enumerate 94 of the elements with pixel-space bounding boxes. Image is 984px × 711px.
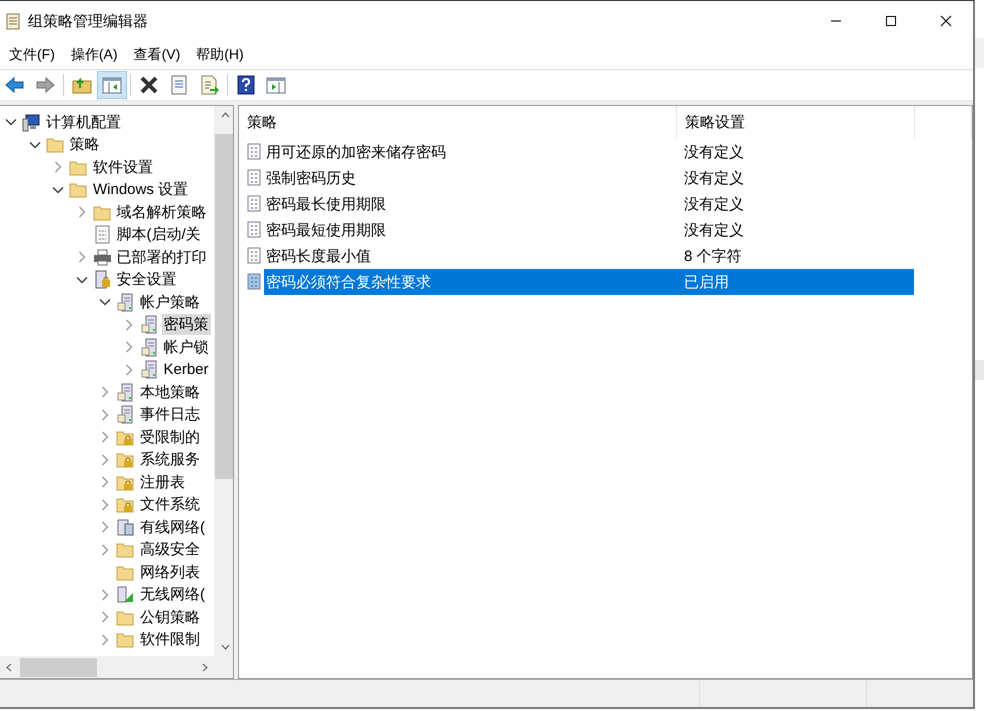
expand-chevron-icon[interactable] <box>99 386 111 398</box>
policy-setting: 8 个字符 <box>684 246 742 266</box>
script-icon <box>92 225 110 244</box>
list-row[interactable]: 密码长度最小值 8 个字符 <box>264 243 914 269</box>
wireless-network-icon <box>116 585 134 604</box>
list-row[interactable]: 强制密码历史 没有定义 <box>264 165 914 191</box>
column-header[interactable]: 策略 <box>239 106 677 139</box>
printer-icon <box>92 248 110 267</box>
expand-chevron-icon[interactable] <box>99 588 111 601</box>
scrollbar-thumb[interactable] <box>215 134 233 479</box>
menu-item[interactable]: 文件(F) <box>1 46 63 64</box>
tree-item[interactable]: 域名解析策略 <box>114 202 208 223</box>
scrollbar-thumb[interactable] <box>20 658 97 676</box>
tree-item[interactable]: 文件系统 <box>138 494 202 516</box>
expand-chevron-icon[interactable] <box>99 431 111 444</box>
scroll-up-icon[interactable] <box>220 112 230 118</box>
tree-item[interactable]: 受限制的 <box>138 426 202 448</box>
tree-item[interactable]: 策略 <box>68 134 102 156</box>
policy-icon <box>247 143 263 161</box>
scroll-icon <box>4 12 22 30</box>
menu-item[interactable]: 操作(A) <box>62 46 126 64</box>
policy-name: 密码必须符合复杂性要求 <box>265 272 432 292</box>
policy-icon <box>247 273 263 291</box>
tree-item[interactable]: 网络列表 <box>138 562 202 583</box>
tree-item[interactable]: Kerber <box>162 360 211 380</box>
policy-setting: 没有定义 <box>684 168 744 188</box>
policy-setting: 没有定义 <box>684 220 744 240</box>
expand-chevron-icon[interactable] <box>99 634 111 646</box>
tree-item[interactable]: 系统服务 <box>138 449 202 470</box>
tree-item[interactable]: 注册表 <box>138 472 187 493</box>
window-title: 组策略管理编辑器 <box>28 12 148 30</box>
policy-icon <box>247 195 263 213</box>
tree-item[interactable]: 密码策 <box>162 314 210 336</box>
horizontal-scrollbar[interactable] <box>0 656 233 678</box>
policy-name: 用可还原的加密来储存密码 <box>265 142 447 162</box>
server-icon <box>140 360 158 380</box>
tree-item[interactable]: 脚本(启动/关 <box>114 224 203 246</box>
expand-chevron-icon[interactable] <box>99 408 111 421</box>
tree-item[interactable]: 软件限制 <box>138 629 202 650</box>
tree-item[interactable]: 本地策略 <box>138 382 202 403</box>
policy-icon <box>247 169 263 187</box>
expand-chevron-icon[interactable] <box>99 521 111 534</box>
scroll-left-icon[interactable] <box>6 662 12 672</box>
server-icon <box>116 292 134 312</box>
policy-name: 密码长度最小值 <box>265 246 372 266</box>
tree-item[interactable]: 帐户锁 <box>162 336 210 358</box>
computer-icon <box>22 112 40 132</box>
policy-name: 强制密码历史 <box>265 168 357 188</box>
tree-item[interactable]: 公钥策略 <box>138 606 202 628</box>
policy-setting: 没有定义 <box>684 142 744 162</box>
network-icon <box>116 518 134 537</box>
list-row[interactable]: 用可还原的加密来储存密码 没有定义 <box>264 139 914 165</box>
expand-chevron-icon[interactable] <box>99 476 111 488</box>
forward-arrow-icon <box>34 74 56 96</box>
tree-item[interactable]: 已部署的打印 <box>114 246 208 268</box>
tree-item[interactable]: 帐户策略 <box>138 292 202 313</box>
list-row[interactable]: 密码最短使用期限 没有定义 <box>264 217 914 243</box>
server-icon <box>140 338 158 357</box>
tree-item[interactable]: 安全设置 <box>114 269 178 290</box>
close-icon <box>940 15 952 27</box>
tree-item[interactable]: 有线网络( <box>138 516 207 538</box>
tree-item[interactable]: 事件日志 <box>138 404 202 426</box>
vertical-scrollbar[interactable] <box>214 106 233 656</box>
expand-chevron-icon[interactable] <box>99 498 111 511</box>
scroll-right-icon[interactable] <box>202 662 208 672</box>
expand-chevron-icon[interactable] <box>99 611 111 624</box>
list-row[interactable]: 密码必须符合复杂性要求 已启用 <box>264 269 914 295</box>
expand-chevron-icon[interactable] <box>99 454 111 466</box>
lock-document-icon <box>92 270 110 290</box>
server-icon <box>116 405 134 424</box>
menu-item[interactable]: 查看(V) <box>126 46 188 64</box>
policy-name: 密码最长使用期限 <box>265 194 387 214</box>
policy-icon <box>247 221 263 239</box>
expand-chevron-icon[interactable] <box>52 161 64 174</box>
tree-item[interactable]: 软件设置 <box>91 156 155 178</box>
tree-item[interactable]: 高级安全 <box>138 539 202 560</box>
column-header[interactable]: 策略设置 <box>677 106 915 139</box>
back-arrow-icon <box>4 74 26 96</box>
maximize-icon <box>884 15 896 27</box>
policy-setting: 没有定义 <box>684 194 744 214</box>
expand-chevron-icon[interactable] <box>99 544 111 556</box>
server-icon <box>140 315 158 334</box>
delete-x-icon <box>138 74 160 96</box>
menu-item[interactable]: 帮助(H) <box>188 46 252 64</box>
tree-item[interactable]: 无线网络( <box>138 584 207 606</box>
list-row[interactable]: 密码最长使用期限 没有定义 <box>264 191 914 217</box>
server-icon <box>116 382 134 402</box>
help-icon <box>235 74 257 96</box>
policy-name: 密码最短使用期限 <box>265 220 387 240</box>
tree-item[interactable]: Windows 设置 <box>91 179 190 200</box>
policy-icon <box>247 247 263 265</box>
policy-setting: 已启用 <box>684 272 729 292</box>
tree-item[interactable]: 计算机配置 <box>44 112 123 133</box>
scroll-down-icon[interactable] <box>220 644 230 650</box>
